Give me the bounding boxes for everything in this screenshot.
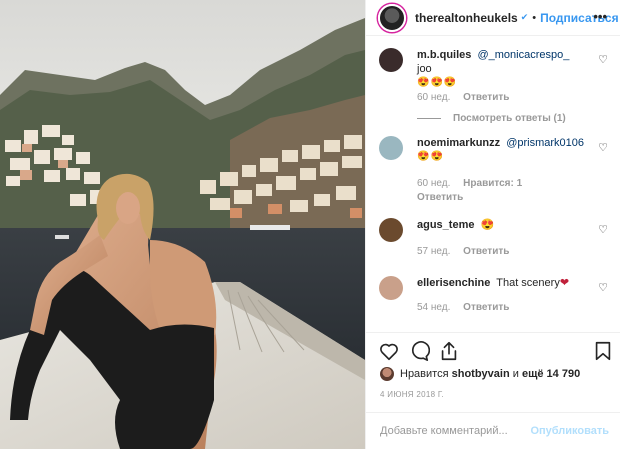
comment-like-heart-icon[interactable]: ♡ — [598, 281, 608, 294]
post-date[interactable]: 4 ИЮНЯ 2018 Г. — [380, 390, 444, 399]
comment-mention[interactable]: @_monicacrespo_ — [477, 49, 569, 61]
more-options-icon[interactable]: ••• — [593, 9, 607, 24]
comment-body: That scenery — [496, 277, 560, 289]
comment-meta: 57 нед. Ответить — [417, 246, 519, 257]
comment-time[interactable]: 60 нед. — [417, 92, 450, 103]
likes-prefix: Нравится — [400, 368, 449, 380]
comment-meta: 60 нед. Ответить — [417, 92, 519, 103]
reply-button[interactable]: Ответить — [463, 92, 509, 103]
post-comment-button[interactable]: Опубликовать — [530, 425, 609, 437]
commenter-avatar[interactable] — [379, 136, 403, 160]
post-photo[interactable] — [0, 0, 365, 449]
add-comment-bar: Опубликовать — [366, 412, 620, 449]
action-bar — [366, 332, 620, 366]
view-replies-label: Посмотреть ответы (1) — [453, 113, 566, 124]
comment-emoji: 😍😍 — [417, 151, 444, 162]
reply-button[interactable]: Ответить — [463, 246, 509, 257]
comment-emoji: 😍😍😍 — [417, 77, 458, 88]
view-replies-button[interactable]: Посмотреть ответы (1) — [417, 113, 566, 124]
comment-time[interactable]: 54 нед. — [417, 302, 450, 313]
likes-summary: Нравится shotbyvain и ещё 14 790 — [380, 366, 580, 382]
comment-heart-emoji: ❤ — [559, 277, 570, 289]
liker-avatar[interactable] — [380, 367, 394, 381]
commenter-username[interactable]: agus_teme — [417, 219, 474, 231]
comment-time[interactable]: 60 нед. — [417, 178, 450, 189]
comment-meta: 60 нед. Нравится: 1 — [417, 178, 532, 189]
likes-count[interactable]: ещё 14 790 — [522, 368, 580, 380]
post-photo-art — [0, 0, 365, 449]
commenter-avatar[interactable] — [379, 218, 403, 242]
liker-username[interactable]: shotbyvain — [452, 368, 510, 380]
reply-button[interactable]: Ответить — [417, 192, 463, 203]
commenter-username[interactable]: noemimarkunzz — [417, 137, 500, 149]
comment-meta-reply: Ответить — [417, 192, 473, 203]
comment-time[interactable]: 57 нед. — [417, 246, 450, 257]
comment-meta: 54 нед. Ответить — [417, 302, 519, 313]
comment-text: ellerisenchine That scenery❤ — [417, 276, 587, 290]
comment-like-heart-icon[interactable]: ♡ — [598, 223, 608, 236]
comment-input[interactable] — [380, 425, 531, 437]
view-replies-line — [417, 118, 441, 119]
comment-like-heart-icon[interactable]: ♡ — [598, 53, 608, 66]
likes-middle: и — [512, 368, 519, 380]
comment-likes-count[interactable]: Нравится: 1 — [463, 178, 522, 189]
comment-body: 😍 — [480, 219, 495, 231]
comment-mention[interactable]: @prismark0106 — [506, 137, 584, 149]
comment-like-heart-icon[interactable]: ♡ — [598, 141, 608, 154]
post-panel: therealtonheukels ✔ • Подписаться ••• m.… — [365, 0, 620, 449]
comment-text: agus_teme 😍 — [417, 218, 587, 232]
commenter-username[interactable]: m.b.quiles — [417, 49, 471, 61]
comment-icon[interactable] — [408, 340, 430, 362]
comment-body: joo — [417, 63, 432, 75]
author-avatar[interactable] — [378, 3, 406, 32]
header-separator: • — [532, 11, 537, 24]
bookmark-icon[interactable] — [592, 340, 614, 362]
commenter-avatar[interactable] — [379, 48, 403, 72]
post-header: therealtonheukels ✔ • Подписаться ••• — [366, 0, 620, 36]
comment-text: noemimarkunzz @prismark0106 😍😍 — [417, 136, 587, 164]
share-icon[interactable] — [438, 340, 460, 362]
reply-button[interactable]: Ответить — [463, 302, 509, 313]
commenter-avatar[interactable] — [379, 276, 403, 300]
comment-text: m.b.quiles @_monicacrespo_ joo 😍😍😍 — [417, 48, 587, 90]
author-username[interactable]: therealtonheukels — [415, 11, 518, 25]
commenter-username[interactable]: ellerisenchine — [417, 277, 490, 289]
verified-badge-icon: ✔ — [520, 12, 529, 22]
comments-list[interactable]: m.b.quiles @_monicacrespo_ joo 😍😍😍 ♡ 60 … — [366, 36, 620, 332]
heart-icon[interactable] — [378, 340, 400, 362]
